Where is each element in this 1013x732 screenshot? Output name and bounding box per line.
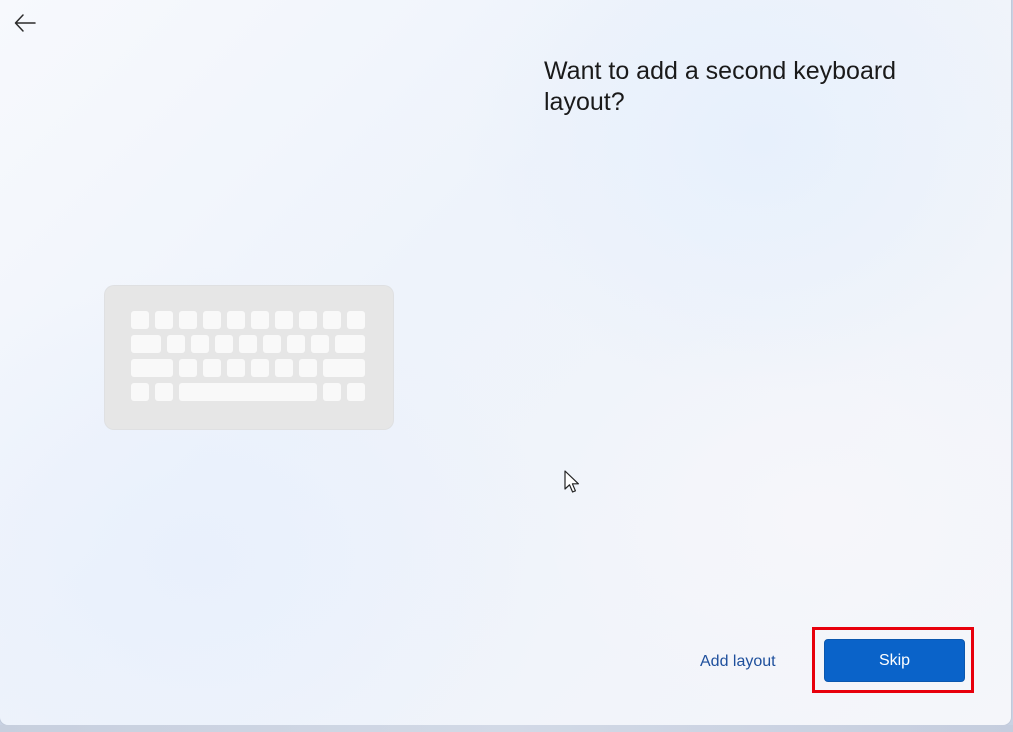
keyboard-key <box>323 359 365 377</box>
back-button[interactable] <box>8 8 42 38</box>
keyboard-key <box>179 311 197 329</box>
keyboard-key <box>311 335 329 353</box>
keyboard-key <box>275 359 293 377</box>
keyboard-key <box>131 359 173 377</box>
keyboard-key <box>287 335 305 353</box>
keyboard-key <box>251 311 269 329</box>
keyboard-key <box>191 335 209 353</box>
keyboard-key <box>227 359 245 377</box>
setup-window: Want to add a second keyboard layout? Ad… <box>0 0 1011 725</box>
keyboard-key <box>275 311 293 329</box>
mouse-pointer-icon <box>564 470 579 493</box>
back-arrow-icon <box>14 14 36 32</box>
keyboard-key <box>347 311 365 329</box>
keyboard-key <box>335 335 365 353</box>
keyboard-key <box>131 335 161 353</box>
skip-button[interactable]: Skip <box>824 639 965 682</box>
keyboard-key <box>203 311 221 329</box>
keyboard-key <box>131 383 149 401</box>
keyboard-key <box>215 335 233 353</box>
add-layout-button[interactable]: Add layout <box>692 646 784 678</box>
keyboard-key <box>167 335 185 353</box>
keyboard-key <box>155 311 173 329</box>
keyboard-key <box>227 311 245 329</box>
keyboard-key <box>263 335 281 353</box>
keyboard-key <box>131 311 149 329</box>
keyboard-icon <box>105 286 393 429</box>
keyboard-key <box>179 359 197 377</box>
keyboard-key <box>323 311 341 329</box>
keyboard-key <box>299 359 317 377</box>
keyboard-key <box>251 359 269 377</box>
keyboard-key <box>155 383 173 401</box>
keyboard-key <box>347 383 365 401</box>
page-title: Want to add a second keyboard layout? <box>544 57 897 116</box>
keyboard-key <box>239 335 257 353</box>
keyboard-key <box>203 359 221 377</box>
keyboard-key <box>323 383 341 401</box>
keyboard-spacebar <box>179 383 317 401</box>
keyboard-key <box>299 311 317 329</box>
window-frame-edge <box>0 725 1013 732</box>
